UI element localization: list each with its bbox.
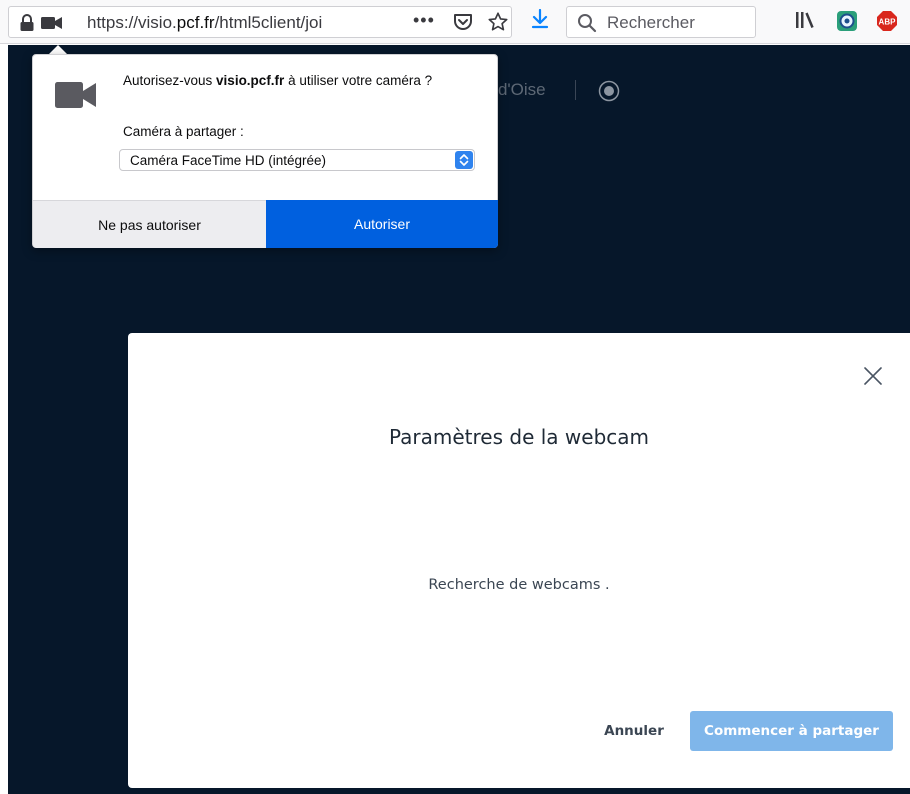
allow-button[interactable]: Autoriser xyxy=(266,200,498,248)
camera-select-value: Caméra FaceTime HD (intégrée) xyxy=(130,153,327,168)
camera-permission-icon[interactable] xyxy=(41,16,63,35)
search-placeholder: Rechercher xyxy=(607,13,695,32)
header-divider xyxy=(575,80,576,100)
camera-icon xyxy=(55,82,97,113)
url-prefix: https://visio. xyxy=(87,13,177,32)
camera-select[interactable]: Caméra FaceTime HD (intégrée) xyxy=(119,149,475,171)
webcam-settings-modal: Paramètres de la webcam Recherche de web… xyxy=(128,333,910,788)
url-suffix: /html5client/joi xyxy=(214,13,323,32)
pocket-icon[interactable] xyxy=(453,13,473,37)
download-icon[interactable] xyxy=(531,8,549,34)
page-left-edge xyxy=(0,45,8,794)
abp-label: ABP xyxy=(879,18,897,27)
camera-select-label: Caméra à partager : xyxy=(123,124,244,139)
permission-question: Autorisez-vous visio.pcf.fr à utiliser v… xyxy=(123,73,443,89)
permission-question-prefix: Autorisez-vous xyxy=(123,73,217,88)
adblock-plus-icon[interactable]: ABP xyxy=(876,10,898,37)
url-bar[interactable]: https://visio.pcf.fr/html5client/joi ••• xyxy=(8,6,512,38)
permission-question-suffix: à utiliser votre caméra ? xyxy=(284,73,433,88)
extension-icon[interactable] xyxy=(836,10,858,37)
camera-permission-popup: Autorisez-vous visio.pcf.fr à utiliser v… xyxy=(32,54,498,248)
close-icon[interactable] xyxy=(863,366,883,391)
webcam-search-status: Recherche de webcams . xyxy=(428,577,610,593)
record-icon[interactable] xyxy=(598,80,620,107)
search-icon xyxy=(577,13,597,38)
bookmark-star-icon[interactable] xyxy=(487,11,509,38)
chevron-up-down-icon[interactable] xyxy=(455,151,473,169)
start-sharing-button[interactable]: Commencer à partager xyxy=(690,711,893,751)
deny-button[interactable]: Ne pas autoriser xyxy=(33,200,266,248)
lock-icon[interactable] xyxy=(19,14,35,37)
library-icon[interactable] xyxy=(795,11,815,34)
permission-question-domain: visio.pcf.fr xyxy=(216,73,285,88)
url-domain: pcf.fr xyxy=(176,13,215,32)
page-actions-menu-button[interactable]: ••• xyxy=(413,10,435,31)
browser-toolbar: https://visio.pcf.fr/html5client/joi ••• xyxy=(0,0,910,44)
modal-title: Paramètres de la webcam xyxy=(388,425,649,449)
search-bar[interactable]: Rechercher xyxy=(566,6,756,38)
url-text[interactable]: https://visio.pcf.fr/html5client/joi xyxy=(87,13,372,33)
cancel-button[interactable]: Annuler xyxy=(594,711,674,751)
